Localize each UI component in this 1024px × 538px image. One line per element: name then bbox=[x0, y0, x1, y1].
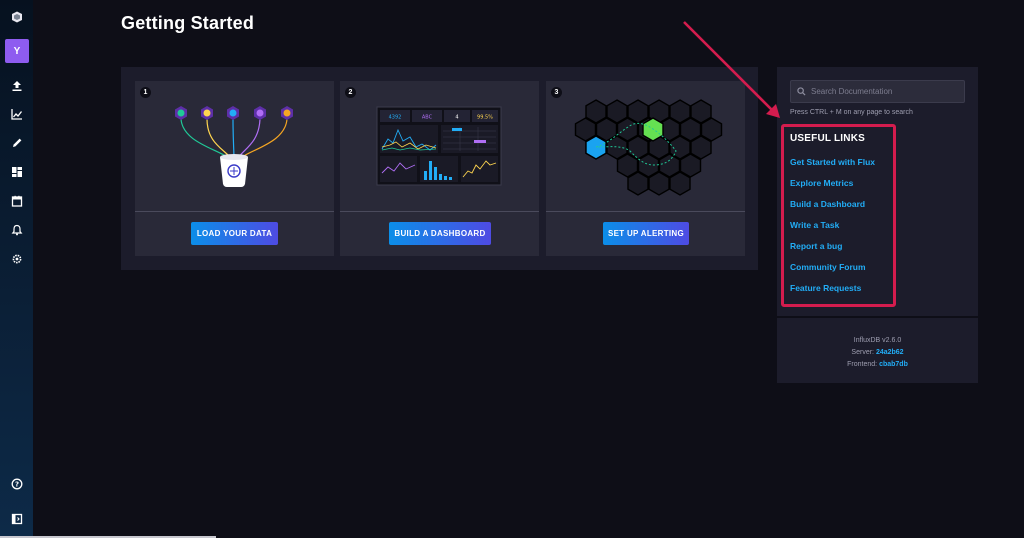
page-title: Getting Started bbox=[121, 13, 255, 33]
stat-abc: ABC bbox=[422, 115, 433, 121]
stat-99-5: 99.5% bbox=[477, 115, 493, 121]
server-value[interactable]: 24a2b62 bbox=[876, 349, 904, 356]
bell-icon[interactable] bbox=[0, 219, 33, 241]
annotation-arrow bbox=[683, 21, 780, 118]
upload-icon[interactable] bbox=[0, 75, 33, 97]
card-divider bbox=[340, 211, 539, 212]
tasks-icon[interactable] bbox=[0, 190, 33, 212]
card-divider bbox=[546, 211, 745, 212]
panel-divider bbox=[777, 316, 978, 318]
load-data-illustration bbox=[175, 106, 293, 187]
frontend-value[interactable]: cbab7db bbox=[879, 361, 908, 368]
load-your-data-button[interactable]: LOAD YOUR DATA bbox=[191, 222, 278, 245]
build-dashboard-card: 2 4392 ABC 4 99.5% BUILD A DASHBOARD bbox=[340, 81, 539, 256]
highlight-box bbox=[781, 124, 896, 307]
org-initial: Y bbox=[13, 45, 21, 57]
search-icon bbox=[797, 87, 806, 96]
version-info: InfluxDB v2.6.0 Server: 24a2b62 Frontend… bbox=[777, 335, 978, 371]
frontend-label: Frontend: bbox=[847, 361, 878, 368]
dashboard-illustration: 4392 ABC 4 99.5% bbox=[376, 106, 502, 186]
help-icon[interactable]: ? bbox=[0, 473, 33, 495]
org-switcher-button[interactable]: Y bbox=[5, 39, 29, 63]
load-data-card: 1 LOAD YOUR DATA bbox=[135, 81, 334, 256]
version-text: InfluxDB v2.6.0 bbox=[853, 337, 902, 344]
pencil-icon[interactable] bbox=[0, 132, 33, 154]
card-divider bbox=[135, 211, 334, 212]
build-a-dashboard-button[interactable]: BUILD A DASHBOARD bbox=[389, 222, 491, 245]
frontend-line: Frontend: cbab7db bbox=[777, 359, 978, 371]
graph-icon[interactable] bbox=[0, 103, 33, 125]
svg-text:?: ? bbox=[14, 480, 18, 488]
gear-icon[interactable] bbox=[0, 248, 33, 270]
stat-4392: 4392 bbox=[389, 115, 402, 121]
dashboards-icon[interactable] bbox=[0, 161, 33, 183]
server-line: Server: 24a2b62 bbox=[777, 347, 978, 359]
sidebar-nav: Y ? bbox=[0, 0, 33, 538]
collapse-icon[interactable] bbox=[0, 508, 33, 530]
stat-4: 4 bbox=[455, 115, 458, 121]
search-hint: Press CTRL + M on any page to search bbox=[790, 109, 913, 116]
documentation-search[interactable] bbox=[790, 80, 965, 103]
server-label: Server: bbox=[851, 349, 874, 356]
set-up-alerting-button[interactable]: SET UP ALERTING bbox=[603, 222, 689, 245]
search-documentation-input[interactable] bbox=[811, 87, 961, 96]
influx-logo-icon[interactable] bbox=[0, 6, 33, 28]
getting-started-panel: 1 LOAD YOUR DATA 2 4392 ABC 4 99.5% BUIL… bbox=[121, 67, 758, 270]
